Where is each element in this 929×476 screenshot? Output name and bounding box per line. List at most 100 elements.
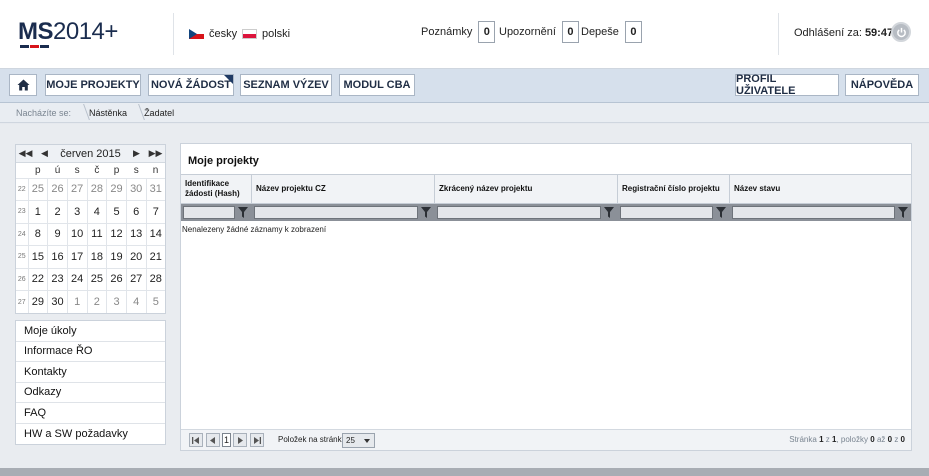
calendar-day[interactable]: 3 xyxy=(66,200,88,223)
calendar-day[interactable]: 10 xyxy=(66,222,88,246)
warnings-counter[interactable]: Upozornění 0 xyxy=(499,21,579,43)
language-czech-link[interactable]: česky xyxy=(189,28,237,40)
calendar-day[interactable]: 27 xyxy=(66,177,88,201)
menu-item-faq[interactable]: FAQ xyxy=(16,403,165,424)
calendar-day[interactable]: 20 xyxy=(125,245,147,268)
calendar-day[interactable]: 2 xyxy=(86,290,107,313)
calendar-day[interactable]: 28 xyxy=(86,177,107,201)
calendar-day[interactable]: 26 xyxy=(47,177,68,201)
calendar-day[interactable]: 3 xyxy=(106,290,127,313)
calendar-day[interactable]: 25 xyxy=(27,177,48,201)
prev-year-icon[interactable]: ◀◀ xyxy=(16,148,35,159)
power-icon xyxy=(896,27,906,37)
next-page-icon xyxy=(238,436,243,444)
page-info-of: z xyxy=(825,435,830,444)
calendar-day[interactable]: 14 xyxy=(145,222,165,246)
messages-counter[interactable]: Depeše 0 xyxy=(581,21,642,43)
col-header-short-name[interactable]: Zkrácený název projektu xyxy=(435,175,618,203)
calendar-day[interactable]: 21 xyxy=(145,245,165,268)
calendar-day[interactable]: 11 xyxy=(86,222,107,246)
calendar-day[interactable]: 15 xyxy=(27,245,48,268)
next-year-icon[interactable]: ▶▶ xyxy=(146,148,165,159)
filter-icon[interactable] xyxy=(421,207,431,218)
weekday-header: p xyxy=(35,164,41,176)
calendar-day[interactable]: 22 xyxy=(27,267,48,291)
warnings-count: 0 xyxy=(561,21,579,43)
calendar-week-row: 25 15 16 17 18 19 20 21 xyxy=(16,245,165,268)
nav-my-projects[interactable]: MOJE PROJEKTY xyxy=(45,74,141,96)
calendar-month[interactable]: červen 2015 xyxy=(54,148,127,160)
logout-label: Odhlášení za: xyxy=(794,27,862,39)
calendar-day[interactable]: 23 xyxy=(47,267,68,291)
calendar-day[interactable]: 2 xyxy=(47,200,68,223)
calendar-day[interactable]: 5 xyxy=(145,290,165,313)
calendar-day[interactable]: 1 xyxy=(27,200,48,223)
notes-counter[interactable]: Poznámky 0 xyxy=(421,21,496,43)
next-month-icon[interactable]: ▶ xyxy=(127,148,146,159)
calendar-day[interactable]: 5 xyxy=(106,200,127,223)
calendar-day[interactable]: 7 xyxy=(145,200,165,223)
first-page-button[interactable] xyxy=(189,433,203,447)
filter-input-reg-number[interactable] xyxy=(620,206,713,219)
next-page-button[interactable] xyxy=(233,433,247,447)
filter-input-short-name[interactable] xyxy=(437,206,601,219)
filter-input-project-name[interactable] xyxy=(254,206,418,219)
breadcrumb: Nacházíte se: Nástěnka Žadatel xyxy=(0,103,929,123)
calendar-day[interactable]: 26 xyxy=(106,267,127,291)
nav-calls-list[interactable]: SEZNAM VÝZEV xyxy=(240,74,332,96)
calendar-day[interactable]: 24 xyxy=(66,267,88,291)
calendar-day[interactable]: 18 xyxy=(86,245,107,268)
pl-flag-icon xyxy=(242,29,257,39)
col-header-project-name[interactable]: Název projektu CZ xyxy=(252,175,435,203)
nav-new-application[interactable]: NOVÁ ŽÁDOST xyxy=(148,74,234,96)
calendar-day[interactable]: 1 xyxy=(66,290,88,313)
nav-help[interactable]: NÁPOVĚDA xyxy=(845,74,919,96)
col-header-status[interactable]: Název stavu xyxy=(730,175,911,203)
nav-user-profile[interactable]: PROFIL UŽIVATELE xyxy=(735,73,839,97)
language-polish-link[interactable]: polski xyxy=(242,28,290,40)
nav-cba-module[interactable]: MODUL CBA xyxy=(339,74,415,96)
filter-icon[interactable] xyxy=(238,207,248,218)
calendar-day[interactable]: 9 xyxy=(47,222,68,246)
last-page-button[interactable] xyxy=(250,433,264,447)
ms2014-logo[interactable]: MS2014+ xyxy=(18,18,118,50)
menu-item-contacts[interactable]: Kontakty xyxy=(16,362,165,383)
week-number-header xyxy=(16,163,28,178)
calendar-day[interactable]: 30 xyxy=(125,177,147,201)
col-header-hash[interactable]: Identifikace žádosti (Hash) xyxy=(181,175,252,203)
calendar-day[interactable]: 31 xyxy=(145,177,165,201)
calendar-day[interactable]: 17 xyxy=(66,245,88,268)
prev-month-icon[interactable]: ◀ xyxy=(35,148,54,159)
page-number-input[interactable]: 1 xyxy=(222,433,231,447)
calendar-day[interactable]: 16 xyxy=(47,245,68,268)
home-button[interactable] xyxy=(9,74,37,96)
filter-input-hash[interactable] xyxy=(183,206,235,219)
calendar-day[interactable]: 25 xyxy=(86,267,107,291)
calendar-day[interactable]: 29 xyxy=(106,177,127,201)
calendar-day[interactable]: 8 xyxy=(27,222,48,246)
calendar-day[interactable]: 4 xyxy=(125,290,147,313)
filter-input-status[interactable] xyxy=(732,206,895,219)
calendar-day[interactable]: 12 xyxy=(106,222,127,246)
menu-item-links[interactable]: Odkazy xyxy=(16,383,165,403)
calendar-day[interactable]: 27 xyxy=(125,267,147,291)
filter-icon[interactable] xyxy=(898,207,908,218)
breadcrumb-item-applicant[interactable]: Žadatel xyxy=(136,108,183,118)
menu-item-my-tasks[interactable]: Moje úkoly xyxy=(16,321,165,342)
filter-icon[interactable] xyxy=(716,207,726,218)
breadcrumb-item-dashboard[interactable]: Nástěnka xyxy=(81,108,136,118)
calendar-day[interactable]: 6 xyxy=(125,200,147,223)
prev-page-button[interactable] xyxy=(206,433,220,447)
per-page-select[interactable]: 25 xyxy=(342,433,375,448)
calendar-day[interactable]: 4 xyxy=(86,200,107,223)
menu-item-ro-info[interactable]: Informace ŘO xyxy=(16,342,165,362)
logout-button[interactable] xyxy=(891,22,911,42)
calendar-day[interactable]: 30 xyxy=(47,290,68,313)
filter-icon[interactable] xyxy=(604,207,614,218)
col-header-reg-number[interactable]: Registrační číslo projektu xyxy=(618,175,730,203)
menu-item-hw-sw[interactable]: HW a SW požadavky xyxy=(16,424,165,445)
calendar-day[interactable]: 19 xyxy=(106,245,127,268)
calendar-day[interactable]: 29 xyxy=(27,290,48,313)
calendar-day[interactable]: 28 xyxy=(145,267,165,291)
calendar-day[interactable]: 13 xyxy=(125,222,147,246)
